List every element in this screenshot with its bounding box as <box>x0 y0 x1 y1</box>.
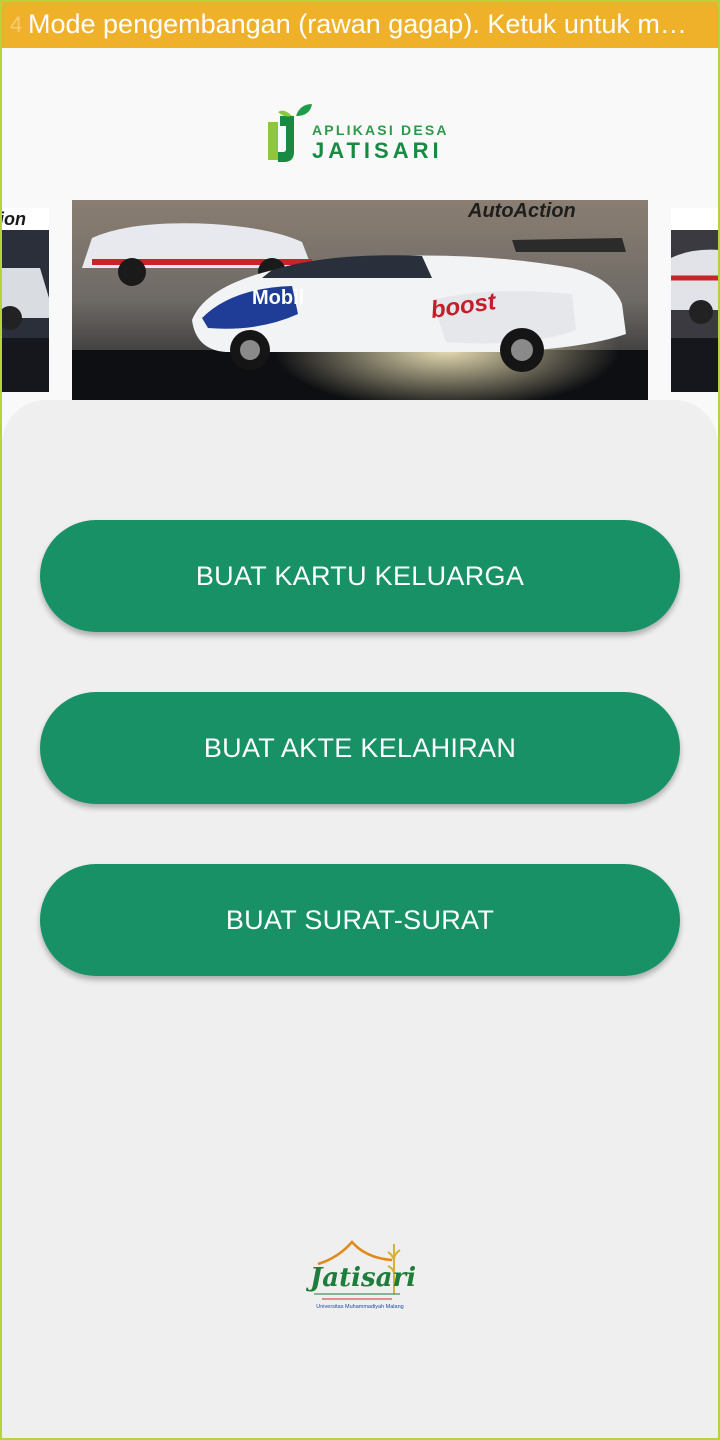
car-brand-text: Mobil <box>252 287 304 309</box>
jatisari-footer-logo: Jatisari Universitas Muhammadiyah Malang <box>304 1238 416 1314</box>
banner-brand-text: AutoAction <box>467 200 576 222</box>
race-car-image-partial: Action <box>0 208 49 392</box>
race-car-image-partial <box>671 208 720 392</box>
logo-title: JATISARI <box>312 138 443 163</box>
svg-text:Action: Action <box>0 209 26 229</box>
footer-logo-tagline: Universitas Muhammadiyah Malang <box>316 1304 403 1310</box>
dev-mode-banner-text: Mode pengembangan (rawan gagap). Ketuk u… <box>28 9 687 39</box>
image-carousel[interactable]: Action AutoAction <box>0 200 720 400</box>
leaf-j-icon <box>268 104 312 162</box>
jatisari-emblem-icon: Jatisari Universitas Muhammadiyah Malang <box>305 1240 416 1310</box>
carousel-slide-next[interactable] <box>671 208 720 392</box>
buat-surat-surat-button[interactable]: BUAT SURAT-SURAT <box>40 864 680 976</box>
buat-kartu-keluarga-button[interactable]: BUAT KARTU KELUARGA <box>40 520 680 632</box>
carousel-slide-current[interactable]: AutoAction Mobil boost <box>72 200 648 400</box>
race-car-image: AutoAction Mobil boost <box>72 200 648 400</box>
footer-logo-title: Jatisari <box>305 1263 416 1293</box>
app-logo: APLIKASI DESA JATISARI <box>266 102 456 164</box>
dev-mode-banner[interactable]: 4 Mode pengembangan (rawan gagap). Ketuk… <box>0 0 720 48</box>
status-bar-ghost: 4 <box>10 12 23 37</box>
carousel-slide-previous[interactable]: Action <box>0 208 49 392</box>
buat-akte-kelahiran-button[interactable]: BUAT AKTE KELAHIRAN <box>40 692 680 804</box>
logo-subtitle: APLIKASI DESA <box>312 122 449 138</box>
